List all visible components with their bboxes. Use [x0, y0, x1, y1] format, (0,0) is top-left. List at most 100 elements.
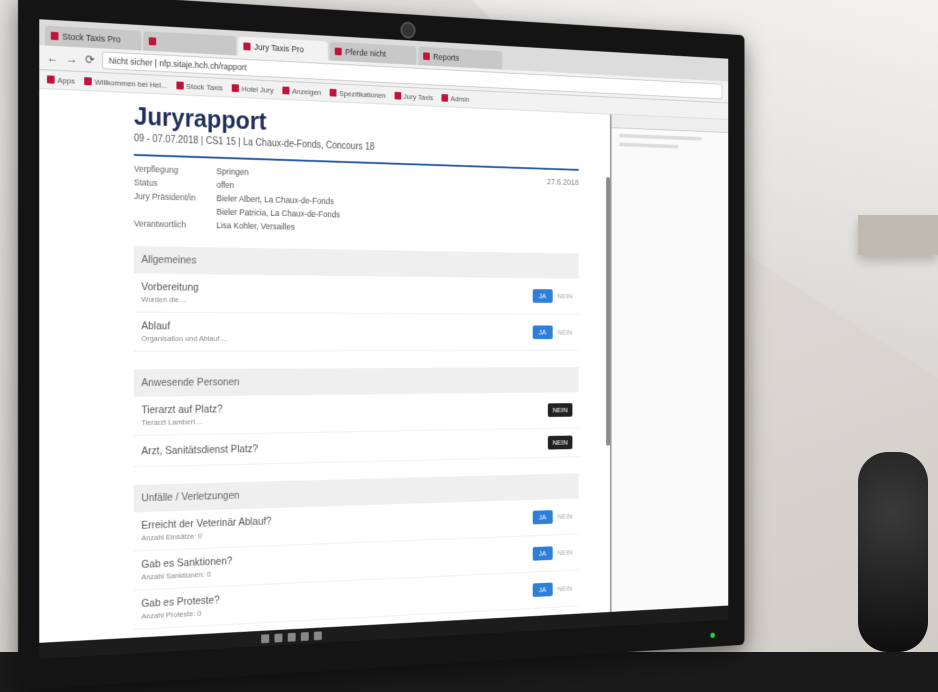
- webcam: [400, 21, 416, 39]
- bookmark-label: Apps: [57, 75, 75, 86]
- meta-key: Status: [133, 177, 158, 188]
- bookmark-item[interactable]: Spezifikationen: [329, 88, 386, 100]
- bookmark-icon: [176, 81, 184, 90]
- bookmark-item[interactable]: Hotel Jury: [231, 84, 274, 95]
- question-row: Ablauf Organisation und Ablauf ... JA NEIN: [133, 312, 579, 352]
- nein-button[interactable]: NEIN: [557, 292, 572, 300]
- taskbar-app-icon[interactable]: [287, 632, 296, 642]
- meta-date: [531, 189, 579, 199]
- nein-button[interactable]: NEIN: [547, 435, 573, 450]
- taskbar-app-icon[interactable]: [300, 631, 309, 641]
- bookmark-item[interactable]: Anzeigen: [282, 86, 321, 96]
- question-sub: Wurden die ...: [141, 295, 188, 305]
- meta-key: Jury Präsident/in: [133, 191, 196, 203]
- devtools-line: [619, 142, 679, 149]
- ja-button[interactable]: JA: [532, 289, 553, 303]
- question-text: Arzt, Sanitätsdienst Platz?: [141, 443, 258, 457]
- question-text: Gab es Proteste? Anzahl Proteste: 0: [141, 595, 219, 621]
- question-text: Vorbereitung Wurden die ...: [141, 281, 198, 304]
- taskbar-app-icon[interactable]: [274, 633, 283, 643]
- answer-toggle: NEIN: [547, 435, 573, 450]
- bookmark-icon: [329, 88, 337, 97]
- ja-button[interactable]: JA: [532, 510, 553, 525]
- bookmark-icon: [231, 84, 239, 93]
- nein-button[interactable]: NEIN: [547, 403, 573, 417]
- question-sub: Anzahl Sanktionen: 0: [141, 569, 211, 582]
- ja-button[interactable]: JA: [532, 582, 553, 598]
- favicon-icon: [334, 47, 342, 56]
- bookmark-icon: [394, 91, 401, 100]
- monitor: Stock Taxis Pro Jury Taxis Pro Pferde nich…: [18, 0, 745, 690]
- meta-date: 27.6.2018: [547, 176, 579, 187]
- reload-icon[interactable]: ⟳: [85, 52, 95, 66]
- bookmark-icon: [84, 77, 92, 86]
- answer-toggle: NEIN: [547, 403, 573, 417]
- desk-speaker: [858, 452, 928, 652]
- devtools-line: [619, 133, 702, 141]
- question-sub: Organisation und Ablauf ...: [141, 334, 228, 343]
- bookmark-label: Anzeigen: [292, 86, 322, 97]
- bookmark-label: Admin: [450, 94, 470, 104]
- ja-button[interactable]: JA: [532, 325, 553, 340]
- tab-label: Pferde nicht: [345, 47, 387, 59]
- meta-key: Verantwortlich: [133, 218, 187, 230]
- answer-toggle: JA NEIN: [532, 325, 572, 340]
- bookmark-item[interactable]: Admin: [441, 94, 470, 104]
- nein-button[interactable]: NEIN: [557, 328, 572, 336]
- question-label: Tierarzt auf Platz?: [141, 403, 223, 417]
- question-sub: Anzahl Einsätze: 0: [141, 531, 203, 543]
- page: Juryrapport 09 - 07.07.2018 | CS1 15 | L…: [39, 88, 610, 659]
- bookmark-item[interactable]: Willkommen bei Hel...: [84, 77, 167, 90]
- question-text: Tierarzt auf Platz? Tierarzt Lambert ...: [141, 404, 222, 427]
- nein-button[interactable]: NEIN: [557, 512, 572, 521]
- answer-toggle: JA NEIN: [532, 509, 572, 525]
- question-sub: Anzahl Proteste: 0: [141, 608, 202, 621]
- forward-icon[interactable]: →: [66, 51, 77, 65]
- meta-date: [531, 227, 579, 237]
- meta-value: Lisa Kohler, Versailles: [216, 220, 295, 232]
- answer-toggle: JA NEIN: [532, 289, 572, 303]
- question-text: Gab es Sanktionen? Anzahl Sanktionen: 0: [141, 555, 232, 581]
- favicon-icon: [50, 31, 59, 41]
- favicon-icon: [423, 52, 430, 61]
- meta-key: Verpflegung: [133, 163, 179, 175]
- question-label: Vorbereitung: [141, 281, 199, 294]
- meta-table: Verpflegung Springen 27.6.2018 Status offen J…: [133, 153, 579, 238]
- wall-shelf: [858, 215, 938, 255]
- question-text: Ablauf Organisation und Ablauf ...: [141, 320, 227, 342]
- favicon-icon: [243, 42, 251, 51]
- bookmark-label: Hotel Jury: [241, 84, 274, 95]
- question-label: Arzt, Sanitätsdienst Platz?: [141, 442, 259, 457]
- taskbar-app-icon[interactable]: [313, 630, 322, 640]
- answer-toggle: JA NEIN: [532, 582, 572, 598]
- meta-date: [531, 202, 579, 212]
- bookmark-item[interactable]: Stock Taxis: [176, 81, 223, 92]
- tab-label: Reports: [433, 51, 460, 63]
- nein-button[interactable]: NEIN: [557, 584, 572, 593]
- bookmark-label: Stock Taxis: [186, 81, 223, 92]
- bookmark-item[interactable]: Jury Taxis: [394, 91, 434, 102]
- meta-key: [134, 205, 217, 217]
- bookmark-label: Willkommen bei Hel...: [94, 77, 167, 90]
- bookmark-icon: [46, 75, 55, 84]
- devtools-panel: [609, 114, 729, 627]
- back-icon[interactable]: ←: [47, 51, 59, 65]
- bookmark-label: Jury Taxis: [403, 91, 434, 102]
- question-label: Ablauf: [141, 320, 171, 333]
- bookmark-icon: [441, 94, 449, 102]
- ja-button[interactable]: JA: [532, 546, 553, 561]
- nein-button[interactable]: NEIN: [557, 548, 572, 557]
- question-row: Vorbereitung Wurden die ... JA NEIN: [133, 273, 579, 315]
- question-text: Erreicht der Veterinär Ablauf? Anzahl Ein…: [141, 516, 271, 543]
- screen: Stock Taxis Pro Jury Taxis Pro Pferde nich…: [39, 19, 729, 659]
- bookmark-label: Spezifikationen: [339, 88, 386, 100]
- answer-toggle: JA NEIN: [532, 545, 572, 561]
- bookmark-item[interactable]: Apps: [46, 75, 75, 86]
- taskbar-app-icon[interactable]: [261, 633, 270, 643]
- tab-label: Jury Taxis Pro: [254, 42, 304, 55]
- meta-date: [531, 215, 579, 225]
- question-sub: Tierarzt Lambert ...: [141, 417, 204, 428]
- bookmark-icon: [282, 86, 290, 95]
- favicon-icon: [148, 37, 157, 46]
- power-led: [710, 632, 715, 639]
